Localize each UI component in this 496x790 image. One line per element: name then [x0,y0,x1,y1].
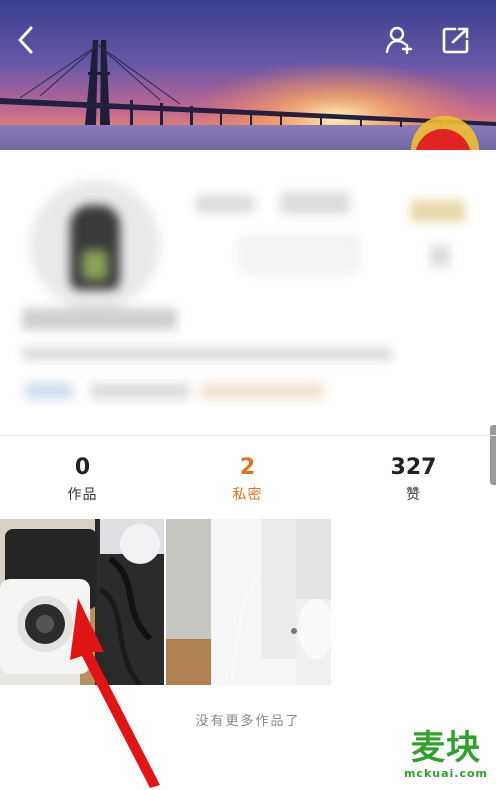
works-label: 作品 [67,487,98,503]
tab-likes[interactable]: 327 赞 [331,454,496,504]
no-more-works-text: 没有更多作品了 [195,714,301,729]
add-friend-button[interactable] [380,20,420,60]
profile-info [0,150,496,435]
likes-label: 赞 [406,487,421,503]
red-arrow-annotation [70,598,160,788]
back-button[interactable] [6,20,46,60]
stats-bar: 0 作品 2 私密 327 赞 [0,435,496,518]
private-count: 2 [239,455,256,480]
tab-private[interactable]: 2 私密 [165,454,330,504]
share-icon [442,27,469,54]
share-button[interactable] [436,20,476,60]
add-user-icon [385,26,413,55]
tab-works[interactable]: 0 作品 [0,454,165,504]
watermark-logo: 麦块 [411,728,481,768]
profile-blurred-area [0,150,496,435]
likes-count: 327 [390,455,437,480]
works-count: 0 [74,455,91,480]
video-thumbnail[interactable] [166,519,331,685]
watermark: 麦块 mckuai.com [400,729,492,780]
chevron-left-icon [18,26,33,54]
watermark-url: mckuai.com [403,767,489,780]
avatar[interactable] [30,180,160,310]
private-label: 私密 [232,487,263,503]
